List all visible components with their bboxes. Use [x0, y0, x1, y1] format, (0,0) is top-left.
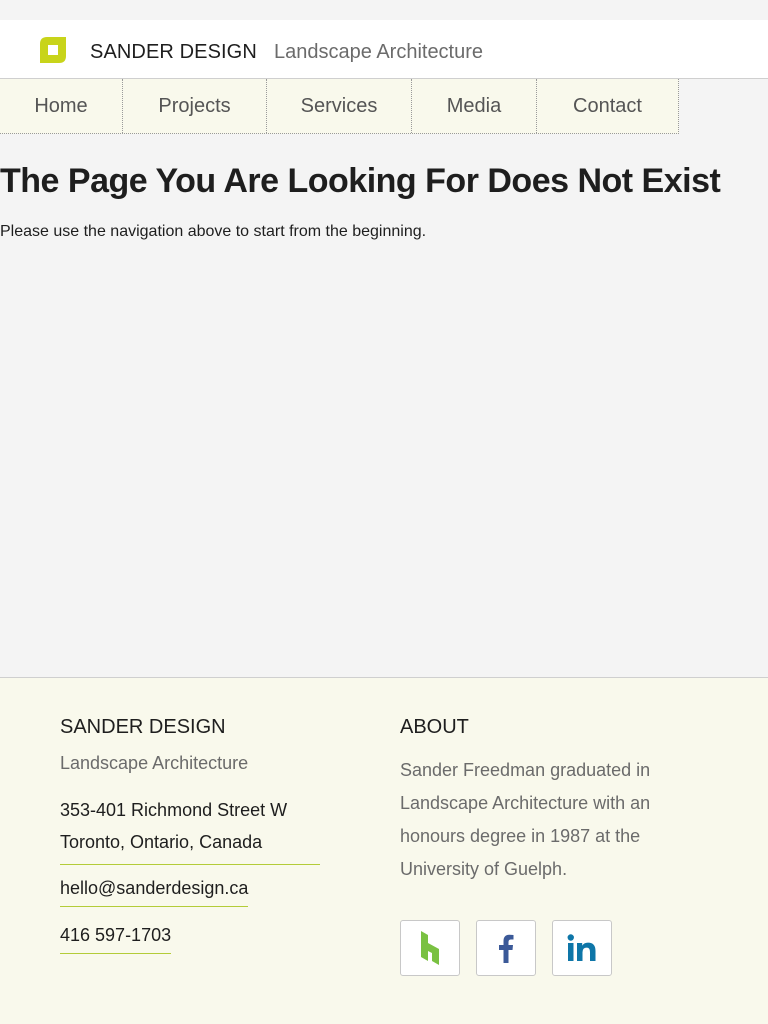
page-title: The Page You Are Looking For Does Not Ex… [0, 162, 721, 200]
site-header: SANDER DESIGN Landscape Architecture [0, 20, 768, 79]
footer-brand-name: SANDER DESIGN [60, 716, 226, 738]
email-link[interactable]: hello@sanderdesign.ca [60, 876, 249, 907]
nav-item-services[interactable]: Services [267, 79, 412, 133]
about-text: Sander Freedman graduated in Landscape A… [400, 760, 651, 879]
nav-item-home[interactable]: Home [0, 79, 123, 133]
footer-tagline: Landscape Architecture [60, 753, 249, 773]
address-line-2: Toronto, Ontario, Canada [60, 832, 263, 852]
footer-address: 353-401 Richmond Street W Toronto, Ontar… [60, 794, 320, 865]
brand-tagline: Landscape Architecture [274, 41, 484, 63]
about-heading: ABOUT [400, 716, 469, 738]
nav-item-contact[interactable]: Contact [537, 79, 678, 133]
main-nav: Home Projects Services Media Contact [0, 79, 679, 134]
brand-name[interactable]: SANDER DESIGN [90, 41, 257, 64]
linkedin-button[interactable] [552, 920, 612, 976]
address-line-1: 353-401 Richmond Street W [60, 800, 288, 820]
houzz-button[interactable] [400, 920, 460, 976]
houzz-icon [421, 931, 439, 965]
leaf-square-icon[interactable] [40, 37, 66, 63]
phone-link[interactable]: 416 597-1703 [60, 923, 172, 954]
facebook-icon [499, 934, 514, 963]
nav-item-media[interactable]: Media [412, 79, 537, 133]
nav-item-projects[interactable]: Projects [123, 79, 267, 133]
linkedin-icon [567, 934, 596, 961]
site-footer: SANDER DESIGN Landscape Architecture 353… [0, 677, 768, 1024]
facebook-button[interactable] [476, 920, 536, 976]
page-message: Please use the navigation above to start… [0, 223, 427, 240]
